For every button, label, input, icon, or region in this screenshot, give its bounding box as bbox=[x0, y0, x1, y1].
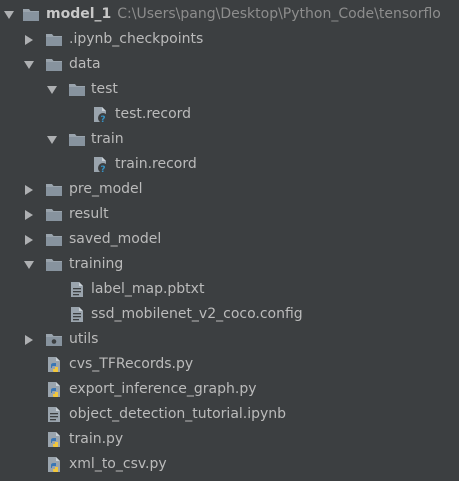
chevron-right-icon[interactable] bbox=[22, 327, 36, 352]
folder-icon bbox=[45, 56, 63, 73]
tree-item-label: utils bbox=[69, 331, 99, 347]
tree-item-label: train.record bbox=[115, 156, 197, 172]
text-file-icon bbox=[45, 406, 63, 423]
tree-item-test[interactable]: test bbox=[0, 77, 459, 102]
tree-item-train-record[interactable]: ? train.record bbox=[0, 152, 459, 177]
project-path: C:\Users\pang\Desktop\Python_Code\tensor… bbox=[117, 6, 441, 22]
tree-item-label: object_detection_tutorial.ipynb bbox=[69, 406, 287, 422]
tree-item-label: export_inference_graph.py bbox=[69, 381, 257, 397]
tree-item-label: xml_to_csv.py bbox=[69, 456, 167, 472]
folder-icon bbox=[45, 206, 63, 223]
svg-text:?: ? bbox=[100, 165, 105, 173]
chevron-down-icon[interactable] bbox=[22, 252, 36, 277]
python-file-icon bbox=[45, 431, 63, 448]
tree-root-row[interactable]: model_1 C:\Users\pang\Desktop\Python_Code… bbox=[0, 2, 459, 27]
folder-icon bbox=[45, 256, 63, 273]
chevron-right-icon[interactable] bbox=[22, 27, 36, 52]
chevron-down-icon[interactable] bbox=[2, 2, 16, 27]
tree-item-label: ssd_mobilenet_v2_coco.config bbox=[91, 306, 303, 322]
tree-item-data[interactable]: data bbox=[0, 52, 459, 77]
tree-item-label: result bbox=[69, 206, 109, 222]
python-file-icon bbox=[45, 456, 63, 473]
folder-icon bbox=[45, 31, 63, 48]
tree-item-label: cvs_TFRecords.py bbox=[69, 356, 194, 372]
tree-item-label: saved_model bbox=[69, 231, 162, 247]
chevron-right-icon[interactable] bbox=[22, 177, 36, 202]
tree-item-label-map[interactable]: label_map.pbtxt bbox=[0, 277, 459, 302]
unknown-file-icon: ? bbox=[91, 156, 109, 173]
tree-item-label: train bbox=[91, 131, 124, 147]
tree-item-label: test.record bbox=[115, 106, 192, 122]
unknown-file-icon: ? bbox=[91, 106, 109, 123]
package-folder-icon bbox=[45, 331, 63, 348]
chevron-down-icon[interactable] bbox=[45, 77, 59, 102]
chevron-down-icon[interactable] bbox=[45, 127, 59, 152]
tree-item-label: test bbox=[91, 81, 118, 97]
folder-icon bbox=[45, 181, 63, 198]
text-file-icon bbox=[68, 306, 86, 323]
tree-item-label: label_map.pbtxt bbox=[91, 281, 205, 297]
tree-item-result[interactable]: result bbox=[0, 202, 459, 227]
tree-item-pre-model[interactable]: pre_model bbox=[0, 177, 459, 202]
chevron-down-icon[interactable] bbox=[22, 52, 36, 77]
tree-item-label: pre_model bbox=[69, 181, 143, 197]
text-file-icon bbox=[68, 281, 86, 298]
tree-item-label: train.py bbox=[69, 431, 124, 447]
tree-item-ssd-config[interactable]: ssd_mobilenet_v2_coco.config bbox=[0, 302, 459, 327]
folder-icon bbox=[22, 6, 40, 23]
tree-item-object-detection-tutorial[interactable]: object_detection_tutorial.ipynb bbox=[0, 402, 459, 427]
project-tree: model_1 C:\Users\pang\Desktop\Python_Code… bbox=[0, 0, 459, 481]
project-name: model_1 bbox=[46, 6, 112, 22]
tree-item-training[interactable]: training bbox=[0, 252, 459, 277]
tree-item-test-record[interactable]: ? test.record bbox=[0, 102, 459, 127]
folder-icon bbox=[45, 231, 63, 248]
tree-item-cvs-tfrecords[interactable]: cvs_TFRecords.py bbox=[0, 352, 459, 377]
svg-text:?: ? bbox=[100, 115, 105, 123]
tree-item-export-inference-graph[interactable]: export_inference_graph.py bbox=[0, 377, 459, 402]
tree-item-label: data bbox=[69, 56, 101, 72]
python-file-icon bbox=[45, 381, 63, 398]
tree-item-label: .ipynb_checkpoints bbox=[69, 31, 204, 47]
tree-item-utils[interactable]: utils bbox=[0, 327, 459, 352]
tree-item-ipynb-checkpoints[interactable]: .ipynb_checkpoints bbox=[0, 27, 459, 52]
chevron-right-icon[interactable] bbox=[22, 202, 36, 227]
project-root-label: model_1 C:\Users\pang\Desktop\Python_Code… bbox=[46, 2, 441, 27]
python-file-icon bbox=[45, 356, 63, 373]
folder-icon bbox=[68, 131, 86, 148]
tree-item-train[interactable]: train bbox=[0, 127, 459, 152]
tree-item-train-py[interactable]: train.py bbox=[0, 427, 459, 452]
tree-item-label: training bbox=[69, 256, 124, 272]
tree-item-xml-to-csv[interactable]: xml_to_csv.py bbox=[0, 452, 459, 477]
tree-item-saved-model[interactable]: saved_model bbox=[0, 227, 459, 252]
folder-icon bbox=[68, 81, 86, 98]
chevron-right-icon[interactable] bbox=[22, 227, 36, 252]
